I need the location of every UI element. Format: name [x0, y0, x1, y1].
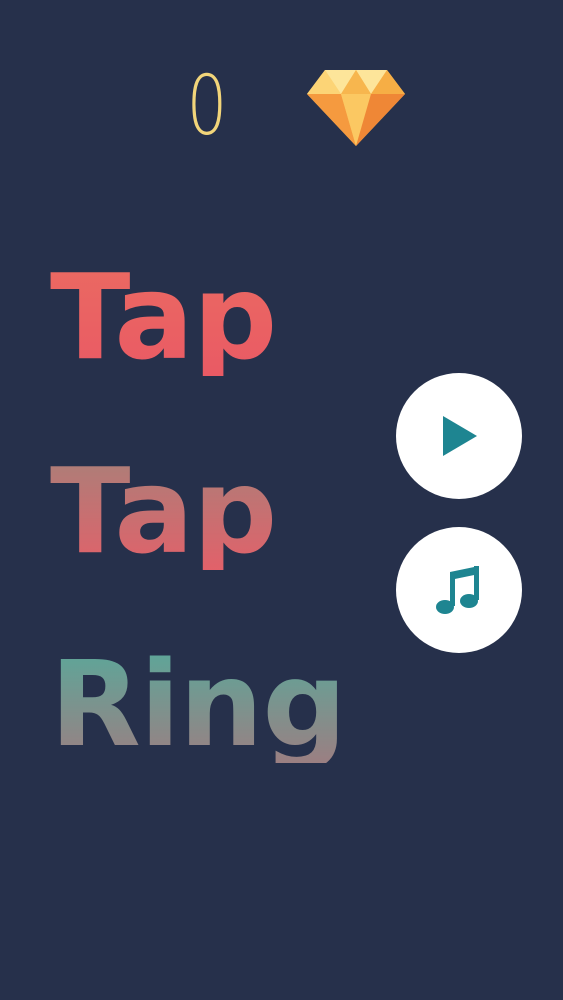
- title-word-ring: Ring: [50, 635, 347, 773]
- title-word-tap-1: Tap: [50, 248, 277, 386]
- music-button[interactable]: [396, 527, 522, 653]
- diamond-icon: [307, 70, 405, 146]
- play-button[interactable]: [396, 373, 522, 499]
- score-counter: 0: [186, 59, 228, 154]
- title-word-tap-2: Tap: [50, 442, 277, 580]
- play-icon: [443, 416, 477, 456]
- music-note-icon: [436, 566, 479, 614]
